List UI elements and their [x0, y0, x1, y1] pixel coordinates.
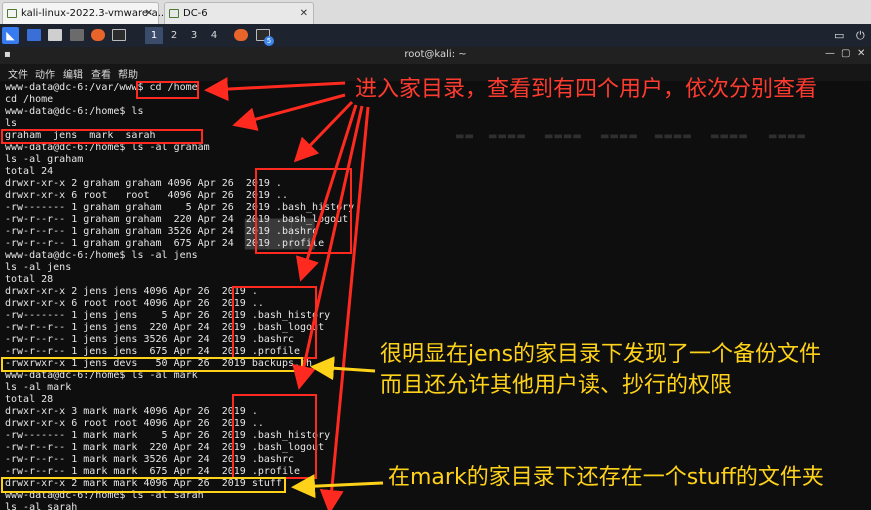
menu-help[interactable]: 帮助	[118, 66, 138, 81]
minimize-icon[interactable]: —	[825, 48, 835, 59]
notification-badge: 5	[264, 36, 274, 46]
maximize-icon[interactable]: ▢	[841, 48, 850, 59]
background-webpage-ghost: ▬▬ ▬▬▬▬ ▬▬▬▬ ▬▬▬▬ ▬▬▬▬ ▬▬▬▬ ▬▬▬▬ ▇▇▇	[245, 131, 806, 250]
tab-dc6-label: DC-6	[183, 8, 208, 19]
highlight-user-list	[1, 129, 203, 144]
annotation-jens-permission: 而且还允许其他用户读、抄行的权限	[380, 373, 733, 398]
terminal-line: www-data@dc-6:/home$ ls	[5, 106, 144, 117]
vm-icon	[7, 9, 17, 18]
terminal-line: ls -al mark	[5, 382, 72, 393]
tab-kali-vm[interactable]: kali-linux-2022.3-vmware-a... ✕	[2, 2, 167, 25]
vm-icon	[169, 9, 179, 18]
annotation-home-users: 进入家目录，查看到有四个用户，依次分别查看	[355, 77, 818, 102]
terminal-line: ls -al sarah	[5, 502, 78, 510]
window-title: root@kali: ~	[404, 49, 467, 60]
terminal-line: ls -al graham	[5, 154, 84, 165]
kali-menu-icon[interactable]: ◣	[2, 27, 19, 44]
menu-view[interactable]: 查看	[91, 66, 111, 81]
file-manager-icon[interactable]	[48, 29, 62, 41]
kali-panel: ◣ 1 2 3 4 5 ▭ ⏻	[0, 24, 871, 47]
desktop-icon[interactable]	[27, 29, 41, 41]
workspace-3[interactable]: 3	[185, 27, 203, 44]
workspace-2[interactable]: 2	[165, 27, 183, 44]
terminal-line: total 28	[5, 274, 54, 285]
power-icon[interactable]: ⏻	[856, 27, 865, 44]
menu-action[interactable]: 动作	[35, 66, 55, 81]
highlight-graham-files	[255, 168, 352, 254]
text-editor-icon[interactable]	[70, 29, 84, 41]
tab-dc6-vm[interactable]: DC-6 ✕	[164, 2, 314, 24]
vm-tab-strip: kali-linux-2022.3-vmware-a... ✕ DC-6 ✕	[0, 0, 871, 25]
terminal-line: ls -al jens	[5, 262, 72, 273]
annotation-mark-stuff: 在mark的家目录下还存在一个stuff的文件夹	[388, 465, 824, 490]
firefox-icon[interactable]	[91, 29, 105, 41]
close-icon[interactable]: ✕	[145, 3, 153, 25]
menu-edit[interactable]: 编辑	[63, 66, 83, 81]
annotation-jens-backup: 很明显在jens的家目录下发现了一个备份文件	[380, 342, 822, 367]
terminal-icon[interactable]	[112, 29, 126, 41]
terminal-titlebar: ▪ root@kali: ~ — ▢ ✕	[0, 47, 871, 64]
workspace-1[interactable]: 1	[145, 27, 163, 44]
highlight-cd-home	[136, 81, 199, 99]
highlight-stuff-dir	[1, 477, 286, 493]
workspace-4[interactable]: 4	[205, 27, 223, 44]
firefox-task-icon[interactable]	[234, 29, 248, 41]
monitor-icon[interactable]: ▭	[834, 27, 844, 44]
menu-file[interactable]: 文件	[8, 66, 28, 81]
highlight-mark-files	[232, 394, 317, 479]
highlight-backups-sh	[1, 357, 303, 372]
highlight-jens-files	[232, 286, 317, 359]
close-icon[interactable]: ✕	[300, 3, 308, 25]
terminal-output[interactable]: ▬▬ ▬▬▬▬ ▬▬▬▬ ▬▬▬▬ ▬▬▬▬ ▬▬▬▬ ▬▬▬▬ ▇▇▇ www-data@…	[0, 81, 871, 510]
close-icon[interactable]: ✕	[857, 48, 865, 59]
